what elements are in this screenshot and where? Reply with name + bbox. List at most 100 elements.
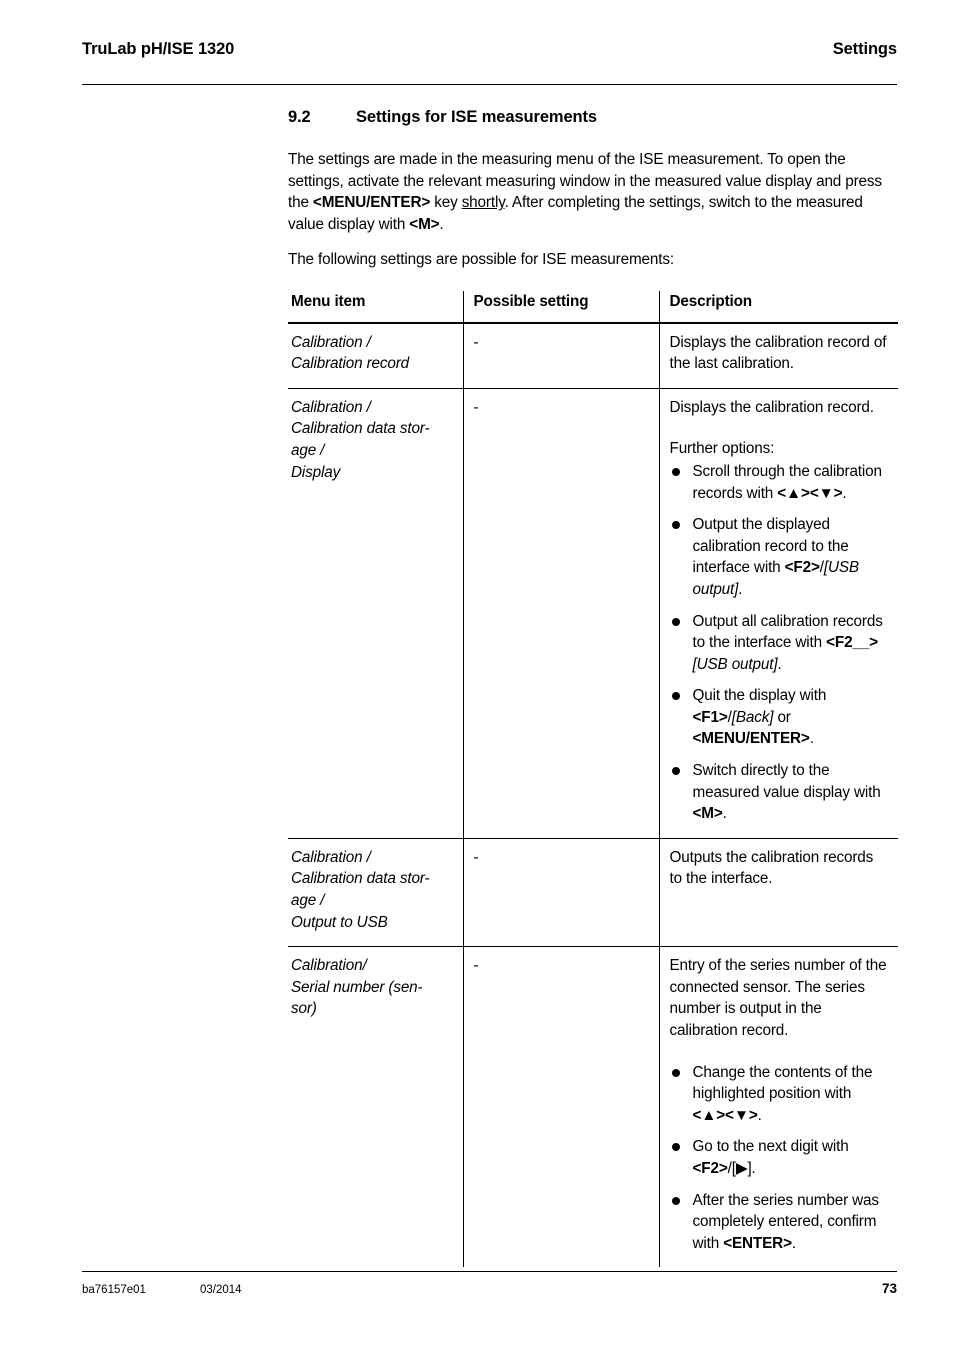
intro-key-menu-enter: <MENU/ENTER> — [312, 194, 431, 212]
list-item: Change the contents of the highlighted p… — [670, 1062, 889, 1127]
header-chapter-title: Settings — [832, 40, 897, 58]
list-item: Output the displayed calibration record … — [670, 514, 889, 600]
footer-divider — [82, 1271, 897, 1272]
cell-possible-setting: - — [462, 946, 659, 1268]
footer-page-number: 73 — [881, 1281, 897, 1296]
menu-item-line: Calibration / — [291, 848, 371, 866]
table-row: Calibration/ Serial number (sen- sor) - … — [288, 946, 898, 1268]
menu-item-line: Calibration data stor- — [291, 420, 430, 438]
cell-menu-item: Calibration / Calibration data stor- age… — [288, 838, 463, 948]
conjunction-text: or — [773, 708, 791, 726]
table-row: Calibration / Calibration data stor- age… — [288, 838, 898, 948]
list-item: Quit the display with <F1>/[Back] or <ME… — [670, 685, 889, 750]
list-item: After the series number was completely e… — [670, 1190, 889, 1255]
section-title: Settings for ISE measurements — [356, 108, 598, 126]
options-list: Scroll through the calibration records w… — [670, 461, 889, 825]
menu-item-line: Calibration/ — [291, 957, 367, 975]
menu-item-line: Calibration record — [291, 355, 410, 373]
cell-description: Entry of the series number of the connec… — [658, 946, 898, 1268]
menu-item-line: Calibration / — [291, 333, 371, 351]
table-header-row: Menu item Possible setting Description — [288, 290, 898, 324]
menu-reference: [USB output] — [692, 655, 778, 673]
cell-menu-item: Calibration/ Serial number (sen- sor) — [288, 947, 463, 1268]
menu-item-line: age / — [291, 892, 325, 910]
cell-description: Outputs the calibration records to the i… — [658, 838, 898, 948]
table-row: Calibration / Calibration data stor- age… — [288, 388, 898, 839]
column-header-menu-item: Menu item — [288, 290, 463, 324]
bullet-text-end: /[▶]. — [727, 1159, 756, 1177]
page-content: 9.2 Settings for ISE measurements The se… — [288, 108, 898, 1268]
cell-menu-item: Calibration / Calibration data stor- age… — [288, 388, 463, 839]
section-heading: 9.2 Settings for ISE measurements — [288, 108, 898, 127]
bullet-icon — [671, 1143, 680, 1152]
document-page: TruLab pH/ISE 1320 Settings 9.2 Settings… — [0, 0, 954, 1350]
menu-item-line: Calibration data stor- — [291, 870, 430, 888]
bullet-text-end: . — [777, 655, 782, 673]
menu-item-line: Output to USB — [291, 913, 388, 931]
bullet-text: Quit the display with — [692, 687, 827, 705]
bullet-text-end: . — [738, 580, 743, 598]
bullet-icon — [671, 521, 680, 530]
list-item: Switch directly to the measured value di… — [670, 760, 889, 825]
cell-description: Displays the calibration record. Further… — [658, 388, 898, 839]
footer-date: 03/2014 — [200, 1284, 242, 1296]
bullet-text: Go to the next digit with — [692, 1138, 849, 1156]
bullet-icon — [671, 1068, 680, 1077]
menu-item-line: age / — [291, 441, 325, 459]
key-label: <F1> — [692, 708, 728, 726]
bullet-text-end: . — [722, 805, 727, 823]
description-text: Displays the calibration record of the l… — [669, 333, 887, 373]
bullet-icon — [671, 467, 680, 476]
bullet-text-end: . — [809, 730, 814, 748]
bullet-text: Switch directly to the measured value di… — [692, 762, 881, 801]
key-label: <F2> — [692, 1159, 728, 1177]
key-label: <▲><▼> — [692, 1106, 758, 1124]
description-text: Displays the calibration record. — [669, 398, 875, 416]
running-footer: ba76157e01 03/2014 73 — [82, 1281, 897, 1296]
description-text: Outputs the calibration records to the i… — [669, 848, 874, 888]
bullet-icon — [671, 617, 680, 626]
intro-paragraph-2: The following settings are possible for … — [288, 251, 674, 269]
key-label-2: <MENU/ENTER> — [692, 730, 810, 748]
header-product-title: TruLab pH/ISE 1320 — [82, 40, 235, 58]
description-text: Entry of the series number of the connec… — [669, 957, 887, 1039]
menu-item-line: Calibration / — [291, 398, 371, 416]
cell-possible-setting: - — [462, 388, 659, 839]
key-label: <ENTER> — [723, 1234, 792, 1252]
list-item: Scroll through the calibration records w… — [670, 461, 889, 504]
bullet-text-end: . — [757, 1106, 762, 1124]
intro-paragraph: The settings are made in the measuring m… — [288, 149, 898, 235]
key-label: <F2__> — [826, 634, 878, 652]
running-header: TruLab pH/ISE 1320 Settings — [82, 40, 897, 59]
cell-menu-item: Calibration / Calibration record — [288, 322, 463, 389]
list-item: Output all calibration records to the in… — [670, 611, 889, 676]
key-label: <M> — [692, 805, 723, 823]
intro-key-m: <M> — [409, 215, 440, 233]
menu-item-line: Display — [291, 463, 341, 481]
cell-description: Displays the calibration record of the l… — [658, 322, 898, 389]
menu-item-line: Serial number (sen- — [291, 978, 423, 996]
bullet-icon — [671, 692, 680, 701]
bullet-text-end: . — [791, 1234, 796, 1252]
bullet-text-end: . — [842, 484, 847, 502]
cell-possible-setting: - — [462, 322, 659, 389]
column-header-description: Description — [658, 290, 898, 324]
column-header-possible-setting: Possible setting — [462, 290, 659, 324]
list-item: Go to the next digit with <F2>/[▶]. — [670, 1136, 889, 1179]
footer-document-number: ba76157e01 — [82, 1284, 146, 1296]
intro-emphasis-shortly: shortly — [461, 194, 505, 212]
bullet-text: Change the contents of the highlighted p… — [692, 1063, 873, 1103]
table-row: Calibration / Calibration record - Displ… — [288, 322, 898, 389]
menu-item-line: sor) — [291, 1000, 317, 1018]
bullet-icon — [671, 767, 680, 776]
key-label: <▲><▼> — [777, 484, 843, 502]
menu-reference: [Back] — [731, 708, 774, 726]
bullet-icon — [671, 1196, 680, 1205]
section-number: 9.2 — [288, 108, 311, 126]
intro-text-4: . — [439, 215, 444, 233]
cell-possible-setting: - — [462, 838, 659, 948]
further-options-label: Further options: — [669, 440, 775, 458]
options-list: Change the contents of the highlighted p… — [670, 1062, 889, 1255]
intro-text-2: key — [430, 194, 462, 212]
key-label: <F2> — [784, 559, 820, 577]
